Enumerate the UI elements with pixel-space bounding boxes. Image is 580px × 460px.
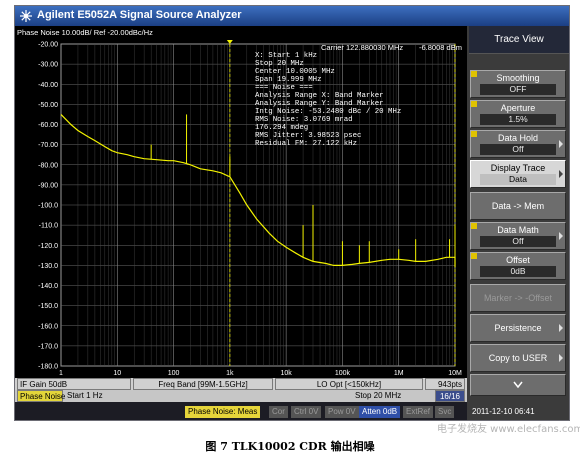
annotation-line: Analysis Range Y: Band Marker	[255, 100, 384, 108]
status-line-1: IF Gain 50dB Freq Band [99M-1.5GHz] LO O…	[15, 378, 467, 390]
y-tick-label: -30.00	[38, 62, 58, 69]
data-math-value: Off	[480, 236, 556, 247]
carrier-level-readout: -6.8008 dBm	[419, 43, 462, 52]
data-hold-value: Off	[480, 144, 556, 155]
title-bar: Agilent E5052A Signal Source Analyzer	[15, 6, 569, 26]
y-tick-label: -20.00	[38, 42, 58, 49]
annotation-line: 176.294 mdeg	[255, 124, 308, 132]
extref-chip: ExtRef	[403, 406, 434, 418]
annotation-line: Residual FM: 27.122 kHz	[255, 140, 357, 148]
status-line-2: Phase Noise Start 1 Hz Stop 20 MHz 16/16	[15, 390, 467, 402]
meas-label-status[interactable]: Phase Noise	[17, 390, 65, 402]
y-tick-label: -150.0	[38, 303, 58, 310]
x-tick-label: 100k	[335, 370, 351, 377]
lo-opt-status[interactable]: LO Opt [<150kHz]	[275, 378, 423, 390]
chevron-down-icon	[513, 381, 523, 389]
status-line-3: Phase Noise: Meas Cor Ctrl 0V Pow 0V Att…	[15, 402, 538, 420]
datetime-chip: 2011-12-10 06:41	[469, 406, 538, 418]
submenu-arrow-icon	[559, 170, 563, 178]
annotation-line: Analysis Range X: Band Marker	[255, 92, 384, 100]
figure-caption: 图 7 TLK10002 CDR 输出相噪	[205, 440, 375, 453]
band-marker-start-icon	[226, 40, 233, 44]
aperture-value: 1.5%	[480, 114, 556, 125]
y-tick-label: -140.0	[38, 283, 58, 290]
display-trace-value: Data	[480, 174, 556, 185]
graph-area[interactable]: -20.00 -30.00 -40.00 -50.00 -60.00 -70.00 -80.…	[15, 26, 467, 378]
if-gain-status[interactable]: IF Gain 50dB	[17, 378, 131, 390]
softkey-tab-icon	[471, 253, 477, 259]
noise-annotation: X: Start 1 kHz Stop 20 MHz Center 10.000…	[255, 52, 401, 148]
submenu-arrow-icon	[559, 140, 563, 148]
phase-noise-meas-chip: Phase Noise: Meas	[185, 406, 261, 418]
x-tick-label: 10k	[280, 370, 292, 377]
y-tick-label: -110.0	[39, 223, 58, 230]
y-tick-label: -120.0	[38, 243, 58, 250]
stop-freq-status[interactable]: Stop 20 MHz	[355, 390, 401, 402]
y-tick-label: -180.0	[38, 364, 58, 371]
y-tick-label: -160.0	[38, 323, 58, 330]
data-to-mem-softkey[interactable]: Data -> Mem	[470, 192, 566, 220]
offset-value: 0dB	[480, 266, 556, 277]
annotation-line: === Noise ===	[255, 84, 313, 92]
y-tick-label: -170.0	[38, 343, 58, 350]
smoothing-value: OFF	[480, 84, 556, 95]
x-tick-label: 1	[59, 370, 63, 377]
more-softkeys-button[interactable]	[470, 374, 566, 396]
atten-chip: Atten 0dB	[359, 406, 401, 418]
phase-noise-chart: -20.00 -30.00 -40.00 -50.00 -60.00 -70.00 -80.…	[17, 28, 462, 377]
persistence-softkey[interactable]: Persistence	[470, 314, 566, 342]
softkey-panel: Trace View Smoothing OFF Aperture 1.5% D…	[467, 26, 569, 420]
y-tick-label: -100.0	[38, 203, 58, 210]
data-hold-softkey[interactable]: Data Hold Off	[470, 130, 566, 158]
pow-chip: Pow 0V	[325, 406, 359, 418]
y-tick-label: -90.00	[38, 182, 58, 189]
cor-chip: Cor	[269, 406, 288, 418]
watermark: 电子发烧友 www.elecfans.com	[437, 424, 580, 435]
softkey-tab-icon	[471, 223, 477, 229]
smoothing-softkey[interactable]: Smoothing OFF	[470, 70, 566, 98]
trace-header: Phase Noise 10.00dB/ Ref -20.00dBc/Hz	[17, 28, 153, 37]
submenu-arrow-icon	[559, 354, 563, 362]
agilent-logo-icon	[20, 10, 32, 22]
y-tick-label: -70.00	[38, 142, 58, 149]
y-tick-label: -80.00	[38, 162, 58, 169]
x-tick-label: 100	[168, 370, 180, 377]
annotation-line: RMS Jitter: 3.98523 psec	[255, 132, 361, 140]
y-tick-label: -40.00	[38, 82, 58, 89]
carrier-readout: Carrier 122.880030 MHz	[321, 43, 403, 52]
submenu-arrow-icon	[559, 324, 563, 332]
x-tick-label: 1k	[226, 370, 234, 377]
x-tick-label: 10	[113, 370, 121, 377]
annotation-line: Center 10.0005 MHz	[255, 68, 335, 76]
freq-band-status[interactable]: Freq Band [99M-1.5GHz]	[133, 378, 273, 390]
y-tick-label: -130.0	[38, 263, 58, 270]
copy-to-user-softkey[interactable]: Copy to USER	[470, 344, 566, 372]
y-tick-label: -50.00	[38, 102, 58, 109]
points-status[interactable]: 943pts	[425, 378, 465, 390]
softkey-tab-icon	[471, 71, 477, 77]
aperture-softkey[interactable]: Aperture 1.5%	[470, 100, 566, 128]
analyzer-screen: Agilent E5052A Signal Source Analyzer -2…	[14, 5, 570, 421]
marker-to-offset-softkey[interactable]: Marker -> -Offset	[470, 284, 566, 312]
softkey-tab-icon	[471, 131, 477, 137]
y-tick-label: -60.00	[38, 122, 58, 129]
sweep-count-status: 16/16	[435, 390, 465, 402]
annotation-line: RMS Noise: 3.0769 mrad	[255, 116, 353, 124]
start-freq-status[interactable]: Start 1 Hz	[67, 390, 103, 402]
annotation-line: X: Start 1 kHz	[255, 52, 317, 60]
offset-softkey[interactable]: Offset 0dB	[470, 252, 566, 280]
annotation-line: Stop 20 MHz	[255, 60, 304, 68]
ctrl-chip: Ctrl 0V	[291, 406, 322, 418]
display-trace-softkey[interactable]: Display Trace Data	[470, 160, 566, 188]
data-math-softkey[interactable]: Data Math Off	[470, 222, 566, 250]
softkey-menu-title: Trace View	[469, 26, 569, 54]
annotation-line: Intg Noise: -53.2480 dBc / 20 MHz	[255, 108, 401, 116]
x-tick-label: 1M	[394, 370, 404, 377]
svc-chip: Svc	[435, 406, 455, 418]
submenu-arrow-icon	[559, 232, 563, 240]
softkey-tab-icon	[471, 101, 477, 107]
annotation-line: Span 19.999 MHz	[255, 76, 322, 84]
window-title: Agilent E5052A Signal Source Analyzer	[37, 9, 242, 21]
x-tick-label: 10M	[448, 370, 462, 377]
